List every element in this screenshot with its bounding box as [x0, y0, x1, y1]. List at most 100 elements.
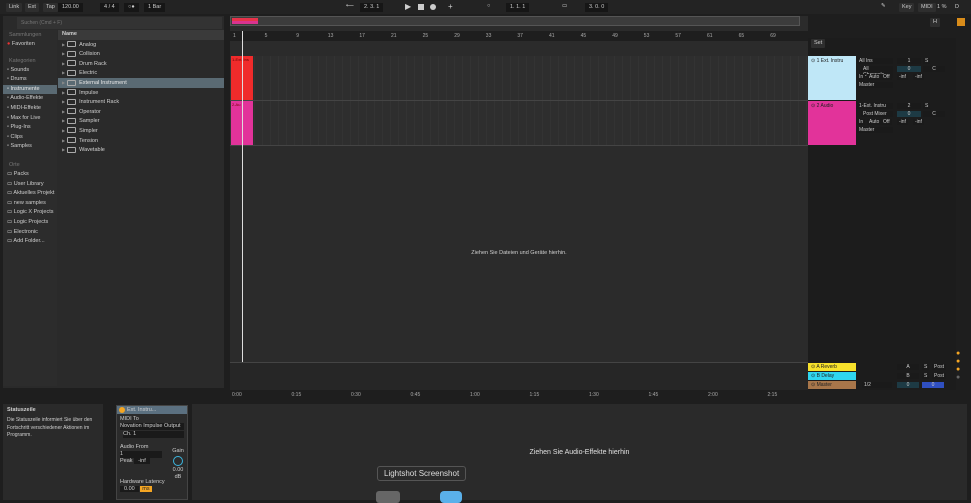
master-volume[interactable]: 0	[897, 382, 919, 388]
solo-button[interactable]: S	[923, 58, 931, 64]
solo-button[interactable]: S	[922, 364, 930, 370]
category-item[interactable]: ▫ Clips	[3, 133, 57, 143]
monitor-auto[interactable]: Auto	[867, 119, 882, 125]
link-button[interactable]: Link	[6, 3, 23, 12]
overview-bar[interactable]	[230, 16, 800, 26]
browser-item[interactable]: ▶ Electric	[58, 68, 224, 78]
monitor-off[interactable]: Off	[881, 119, 892, 125]
loop-length-field[interactable]: 3. 0. 0	[585, 3, 609, 12]
input-channel-select[interactable]: Post Mixer	[861, 111, 893, 117]
dock-app-icon[interactable]	[440, 491, 462, 503]
track-activator[interactable]: 2	[897, 103, 921, 109]
audio-from-select[interactable]: 1	[120, 451, 162, 458]
expand-icon[interactable]: ▶	[62, 80, 65, 85]
monitor-in[interactable]: In	[857, 74, 866, 80]
pre-post-toggle[interactable]: Post	[932, 373, 947, 379]
volume-field[interactable]: 0	[897, 66, 921, 72]
expand-icon[interactable]: ▶	[62, 99, 65, 104]
browser-item[interactable]: ▶ Collision	[58, 49, 224, 59]
metronome-icon[interactable]: ○●	[124, 3, 139, 12]
browser-item[interactable]: ▶ Sampler	[58, 116, 224, 126]
track-header[interactable]: ⊙ 1 Ext. Instru	[808, 56, 856, 100]
expand-icon[interactable]: ▶	[62, 61, 65, 66]
category-item[interactable]: ▫ Drums	[3, 75, 57, 85]
expand-icon[interactable]: ▶	[62, 147, 65, 152]
time-ruler[interactable]: 0:00 0:15 0:30 0:45 1:00 1:15 1:30 1:45 2:00 2:15	[230, 390, 808, 400]
gain-knob[interactable]	[173, 456, 183, 466]
solo-button[interactable]: S	[923, 103, 931, 109]
return-activator[interactable]: A	[897, 364, 919, 370]
monitor-in[interactable]: In	[857, 119, 866, 125]
expand-icon[interactable]: ▶	[62, 42, 65, 47]
pan-field[interactable]: C	[923, 66, 945, 72]
pre-post-toggle[interactable]: Post	[932, 364, 947, 370]
loop-start-field[interactable]: 1. 1. 1	[506, 3, 530, 12]
browser-item[interactable]: ▶ Analog	[58, 40, 224, 50]
signature-field[interactable]: 4 / 4	[100, 3, 119, 12]
output-select[interactable]: Master	[857, 82, 893, 88]
place-item[interactable]: ▭ Logic X Projects	[3, 208, 57, 218]
browser-search-input[interactable]	[17, 17, 222, 29]
browser-item[interactable]: ▶ Drum Rack	[58, 59, 224, 69]
browser-item[interactable]: ▶ Instrument Rack	[58, 97, 224, 107]
play-icon[interactable]: ▶	[405, 2, 411, 11]
category-item[interactable]: ▫ MIDI-Effekte	[3, 104, 57, 114]
browser-item[interactable]: ▶ Tension	[58, 136, 224, 146]
ms-toggle[interactable]: ms	[140, 486, 152, 492]
loop-icon[interactable]: ▭	[562, 3, 567, 9]
expand-icon[interactable]: ▶	[62, 90, 65, 95]
place-item[interactable]: ▭ new samples	[3, 199, 57, 209]
expand-icon[interactable]: ▶	[62, 138, 65, 143]
stop-icon[interactable]	[418, 4, 424, 10]
browser-item[interactable]: ▶ Impulse	[58, 88, 224, 98]
category-item[interactable]: ▫ Samples	[3, 142, 57, 152]
place-item[interactable]: ▭ Logic Projects	[3, 218, 57, 228]
expand-icon[interactable]: ▶	[62, 118, 65, 123]
expand-icon[interactable]: ▶	[62, 128, 65, 133]
monitor-off[interactable]: Off	[881, 74, 892, 80]
pan-field[interactable]: C	[923, 111, 945, 117]
master-track-header[interactable]: ⊙ Master	[808, 381, 856, 389]
track-activator[interactable]: 1	[897, 58, 921, 64]
h-button[interactable]: H	[930, 18, 940, 27]
output-select[interactable]: Master	[857, 127, 893, 133]
name-column-header[interactable]: Name	[58, 30, 224, 40]
cue-out-select[interactable]: 1/2	[862, 382, 892, 388]
place-item[interactable]: ▭ User Library	[3, 180, 57, 190]
place-item[interactable]: ▭ Electronic	[3, 228, 57, 238]
dock-app-icon[interactable]	[376, 491, 400, 503]
key-button[interactable]: Key	[899, 3, 915, 12]
master-pan[interactable]: 0	[922, 382, 944, 388]
expand-icon[interactable]: ▶	[62, 70, 65, 75]
input-type-select[interactable]: 1-Ext. Instru	[857, 103, 893, 109]
browser-item[interactable]: ▶ External Instrument	[58, 77, 224, 88]
browser-item[interactable]: ▶ Operator	[58, 107, 224, 117]
return-activator[interactable]: B	[897, 373, 919, 379]
io-toggles[interactable]: ● ● ● ●	[956, 350, 960, 382]
browser-item[interactable]: ▶ Simpler	[58, 126, 224, 136]
monitor-auto[interactable]: Auto	[867, 74, 882, 80]
place-item[interactable]: ▭ Add Folder...	[3, 237, 57, 247]
place-item[interactable]: ▭ Aktuelles Projekt	[3, 189, 57, 199]
category-item[interactable]: ▫ Audio-Effekte	[3, 94, 57, 104]
position-field[interactable]: 2. 3. 1	[360, 3, 384, 12]
overdub-icon[interactable]: +	[448, 2, 453, 11]
midi-channel-select[interactable]: Ch. 1	[123, 431, 184, 438]
capture-icon[interactable]: ○	[487, 3, 490, 9]
volume-field[interactable]: 0	[897, 111, 921, 117]
set-button[interactable]: Set	[811, 39, 826, 48]
category-item[interactable]: ▫ Plug-Ins	[3, 123, 57, 133]
track-header[interactable]: ⊙ 2 Audio	[808, 101, 856, 145]
pencil-icon[interactable]: ✎	[881, 3, 886, 9]
tap-button[interactable]: Tap	[43, 3, 58, 12]
ext-button[interactable]: Ext	[25, 3, 39, 12]
category-item[interactable]: ▫ Max for Live	[3, 114, 57, 124]
input-type-select[interactable]: All Ins	[857, 58, 893, 64]
favorites-item[interactable]: ● Favoriten	[3, 40, 57, 50]
latency-value[interactable]: 0.00	[120, 486, 139, 492]
category-item[interactable]: ▫ Instrumente	[3, 84, 57, 95]
solo-button[interactable]: S	[922, 373, 930, 379]
midi-button[interactable]: MIDI	[918, 3, 936, 12]
view-toggle-button[interactable]	[957, 18, 965, 26]
expand-icon[interactable]: ▶	[62, 109, 65, 114]
